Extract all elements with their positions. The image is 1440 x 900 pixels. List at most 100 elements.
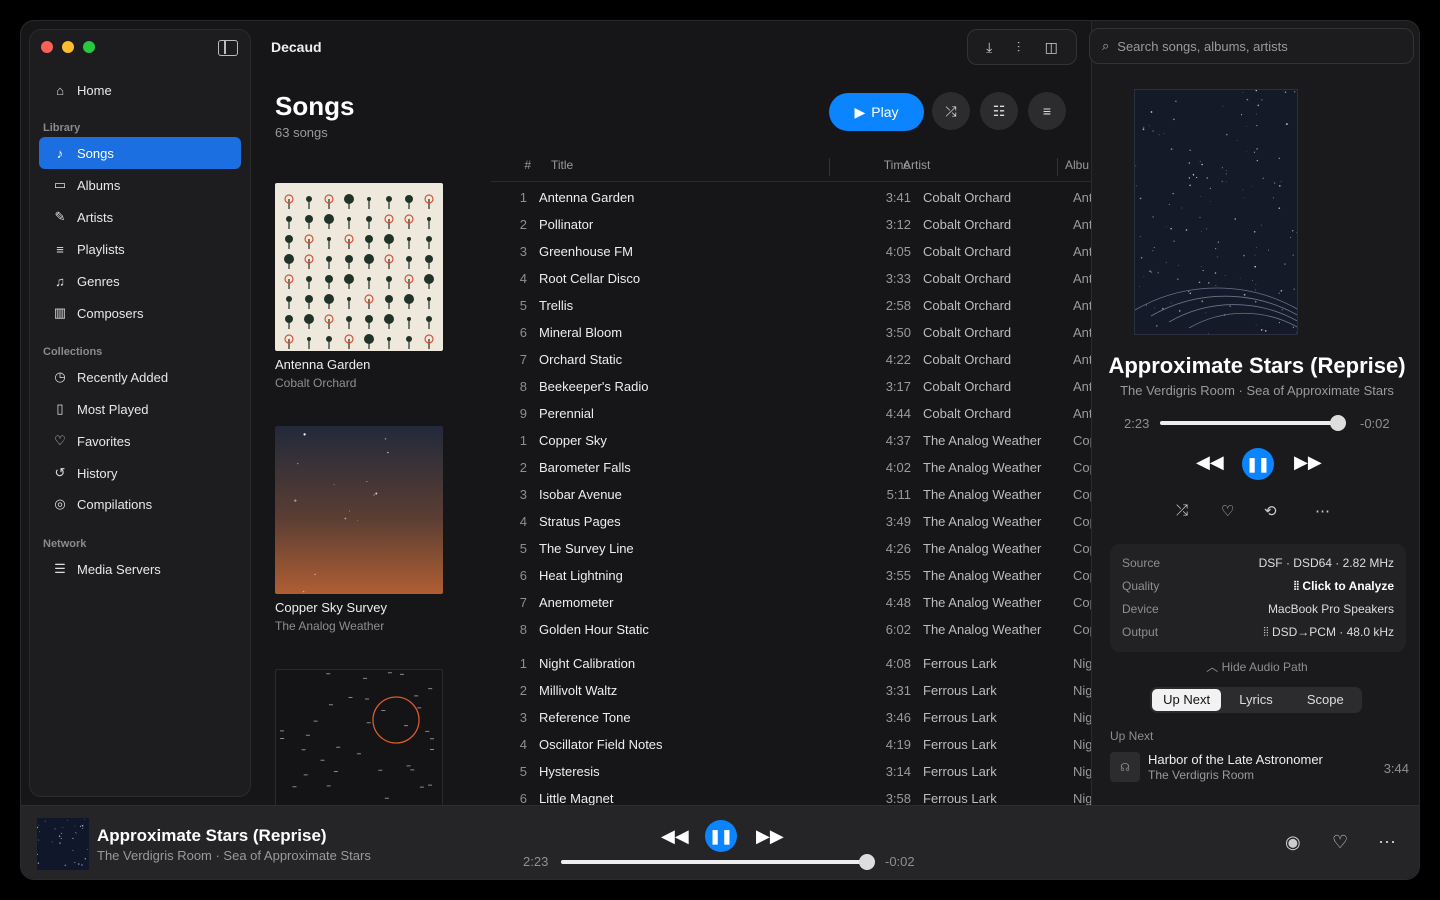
page-title: Songs <box>275 91 355 121</box>
pause-button[interactable]: ❚❚ <box>1242 448 1274 480</box>
player-fast-forward-button[interactable]: ▶▶ <box>756 826 784 847</box>
column-header-artist[interactable]: Artist <box>903 153 930 177</box>
track-row[interactable]: 7 Anemometer 4:48 The Analog Weather Cop <box>491 589 1091 616</box>
track-row[interactable]: 5 Trellis 2:58 Cobalt Orchard Ant <box>491 292 1091 319</box>
sidebar-item-home[interactable]: ⌂ Home <box>39 74 241 106</box>
column-header-album[interactable]: Albu <box>1065 153 1089 177</box>
progress-slider[interactable] <box>1160 415 1346 431</box>
search-input[interactable]: ⌕ Search songs, albums, artists <box>1089 28 1414 64</box>
track-title: Barometer Falls <box>539 460 631 475</box>
track-title: Hysteresis <box>539 764 600 779</box>
right-panel-toggle-icon[interactable]: ◫ <box>1045 39 1058 56</box>
zoom-window-button[interactable] <box>83 41 95 53</box>
up-next-title[interactable]: Harbor of the Late Astronomer <box>1148 752 1323 767</box>
track-row[interactable]: 3 Reference Tone 3:46 Ferrous Lark Nig <box>491 704 1091 731</box>
track-row[interactable]: 4 Oscillator Field Notes 4:19 Ferrous Lark N… <box>491 731 1091 758</box>
album-card[interactable]: Antenna Garden Cobalt Orchard <box>275 183 443 390</box>
player-artwork[interactable] <box>37 818 89 870</box>
track-row[interactable]: 7 Orchard Static 4:22 Cobalt Orchard Ant <box>491 346 1091 373</box>
sidebar-item-recently-added[interactable]: ◷ Recently Added <box>39 361 241 393</box>
track-row[interactable]: 1 Night Calibration 4:08 Ferrous Lark Nig <box>491 650 1091 677</box>
info-key: Output <box>1122 625 1159 639</box>
shuffle-icon[interactable]: ⤮ <box>1176 502 1188 519</box>
track-album: Ant <box>1073 406 1091 421</box>
tab-scope[interactable]: Scope <box>1291 689 1360 711</box>
track-time: 5:11 <box>886 487 911 502</box>
track-row[interactable]: 2 Barometer Falls 4:02 The Analog Weather Co… <box>491 454 1091 481</box>
track-row[interactable]: 6 Mineral Bloom 3:50 Cobalt Orchard Ant <box>491 319 1091 346</box>
sidebar-item-playlists[interactable]: ≡ Playlists <box>39 233 241 265</box>
panel-tabs: Up Next Lyrics Scope <box>1150 687 1362 713</box>
heart-icon[interactable]: ♡ <box>1221 502 1234 520</box>
track-album: Cop <box>1073 433 1091 448</box>
rewind-button[interactable]: ◀◀ <box>1196 452 1224 473</box>
album-title: Copper Sky Survey <box>275 600 387 615</box>
player-progress-slider[interactable] <box>561 854 875 870</box>
track-row[interactable]: 9 Perennial 4:44 Cobalt Orchard Ant <box>491 400 1091 427</box>
sidebar-item-artists[interactable]: ✎ Artists <box>39 201 241 233</box>
music-note-icon: ♪ <box>56 145 64 161</box>
more-icon[interactable]: ⋯ <box>1315 502 1330 520</box>
sidebar-item-albums[interactable]: ▭ Albums <box>39 169 241 201</box>
track-row[interactable]: 6 Heat Lightning 3:55 The Analog Weather Cop <box>491 562 1091 589</box>
track-album: Cop <box>1073 568 1091 583</box>
progress-knob[interactable] <box>1330 415 1346 431</box>
sidebar-item-media-servers[interactable]: ☰ Media Servers <box>39 553 241 585</box>
close-window-button[interactable] <box>41 41 53 53</box>
fast-forward-button[interactable]: ▶▶ <box>1294 452 1322 473</box>
info-value: DSD→PCM · 48.0 kHz <box>1271 625 1394 639</box>
hide-audio-path-button[interactable]: ︿ Hide Audio Path <box>1092 658 1419 675</box>
sidebar-item-genres[interactable]: ♫ Genres <box>39 265 241 297</box>
more-icon[interactable]: ⋯ <box>1378 832 1396 853</box>
track-row[interactable]: 3 Isobar Avenue 5:11 The Analog Weather Cop <box>491 481 1091 508</box>
airplay-icon[interactable]: ◉ <box>1285 832 1301 853</box>
tab-up-next[interactable]: Up Next <box>1152 689 1222 711</box>
equalizer-icon[interactable]: ⫶ <box>1017 39 1021 56</box>
player-progress-knob[interactable] <box>859 854 875 870</box>
track-row[interactable]: 1 Copper Sky 4:37 The Analog Weather Cop <box>491 427 1091 454</box>
download-icon[interactable]: ⤓ <box>986 39 992 56</box>
column-header-number[interactable]: # <box>491 153 541 177</box>
play-button[interactable]: ▶ Play <box>829 93 924 131</box>
track-row[interactable]: 1 Antenna Garden 3:41 Cobalt Orchard Ant <box>491 184 1091 211</box>
sidebar-item-favorites[interactable]: ♡ Favorites <box>39 425 241 457</box>
heart-icon[interactable]: ♡ <box>1332 832 1348 853</box>
sidebar-item-history[interactable]: ↺ History <box>39 457 241 489</box>
track-row[interactable]: 8 Golden Hour Static 6:02 The Analog Weathe… <box>491 616 1091 643</box>
sort-button[interactable]: ≡ <box>1028 92 1066 130</box>
track-row[interactable]: 6 Little Magnet 3:58 Ferrous Lark Nig <box>491 785 1091 805</box>
sidebar-item-composers[interactable]: ▥ Composers <box>39 297 241 329</box>
sidebar-item-songs[interactable]: ♪ Songs <box>39 137 241 169</box>
track-row[interactable]: 2 Millivolt Waltz 3:31 Ferrous Lark Nig <box>491 677 1091 704</box>
shuffle-icon: ⤮ <box>945 102 957 119</box>
info-key: Source <box>1122 556 1161 570</box>
track-row[interactable]: 4 Stratus Pages 3:49 The Analog Weather Cop <box>491 508 1091 535</box>
sidebar-toggle-icon[interactable] <box>218 40 238 56</box>
column-divider[interactable] <box>829 158 830 176</box>
column-divider[interactable] <box>1057 158 1058 176</box>
track-row[interactable]: 5 The Survey Line 4:26 The Analog Weather Co… <box>491 535 1091 562</box>
track-row[interactable]: 5 Hysteresis 3:14 Ferrous Lark Nig <box>491 758 1091 785</box>
view-options-button[interactable]: ☷ <box>980 92 1018 130</box>
sidebar-item-compilations[interactable]: ◎ Compilations <box>39 488 241 520</box>
track-row[interactable]: 4 Root Cellar Disco 3:33 Cobalt Orchard Ant <box>491 265 1091 292</box>
track-row[interactable]: 8 Beekeeper's Radio 3:17 Cobalt Orchard Ant <box>491 373 1091 400</box>
approximate-stars-art <box>1135 90 1297 334</box>
analyze-link[interactable]: ⦙⦙ Click to Analyze <box>1294 579 1394 594</box>
info-row-quality[interactable]: Quality ⦙⦙ Click to Analyze <box>1122 579 1394 594</box>
repeat-icon[interactable]: ⟲ <box>1264 502 1277 520</box>
track-row[interactable]: 2 Pollinator 3:12 Cobalt Orchard Ant <box>491 211 1091 238</box>
pause-icon: ❚❚ <box>709 827 733 844</box>
track-row[interactable]: 3 Greenhouse FM 4:05 Cobalt Orchard Ant <box>491 238 1091 265</box>
player-rewind-button[interactable]: ◀◀ <box>661 826 689 847</box>
tab-lyrics[interactable]: Lyrics <box>1221 689 1290 711</box>
player-pause-button[interactable]: ❚❚ <box>705 820 737 852</box>
sidebar-item-label: Favorites <box>77 433 131 449</box>
minimize-window-button[interactable] <box>62 41 74 53</box>
shuffle-button[interactable]: ⤮ <box>932 92 970 130</box>
column-header-title[interactable]: Title <box>551 153 573 177</box>
sidebar-item-most-played[interactable]: ▯ Most Played <box>39 393 241 425</box>
track-title: Night Calibration <box>539 656 636 671</box>
window-controls <box>41 41 95 53</box>
album-card[interactable]: Copper Sky Survey The Analog Weather <box>275 426 443 633</box>
